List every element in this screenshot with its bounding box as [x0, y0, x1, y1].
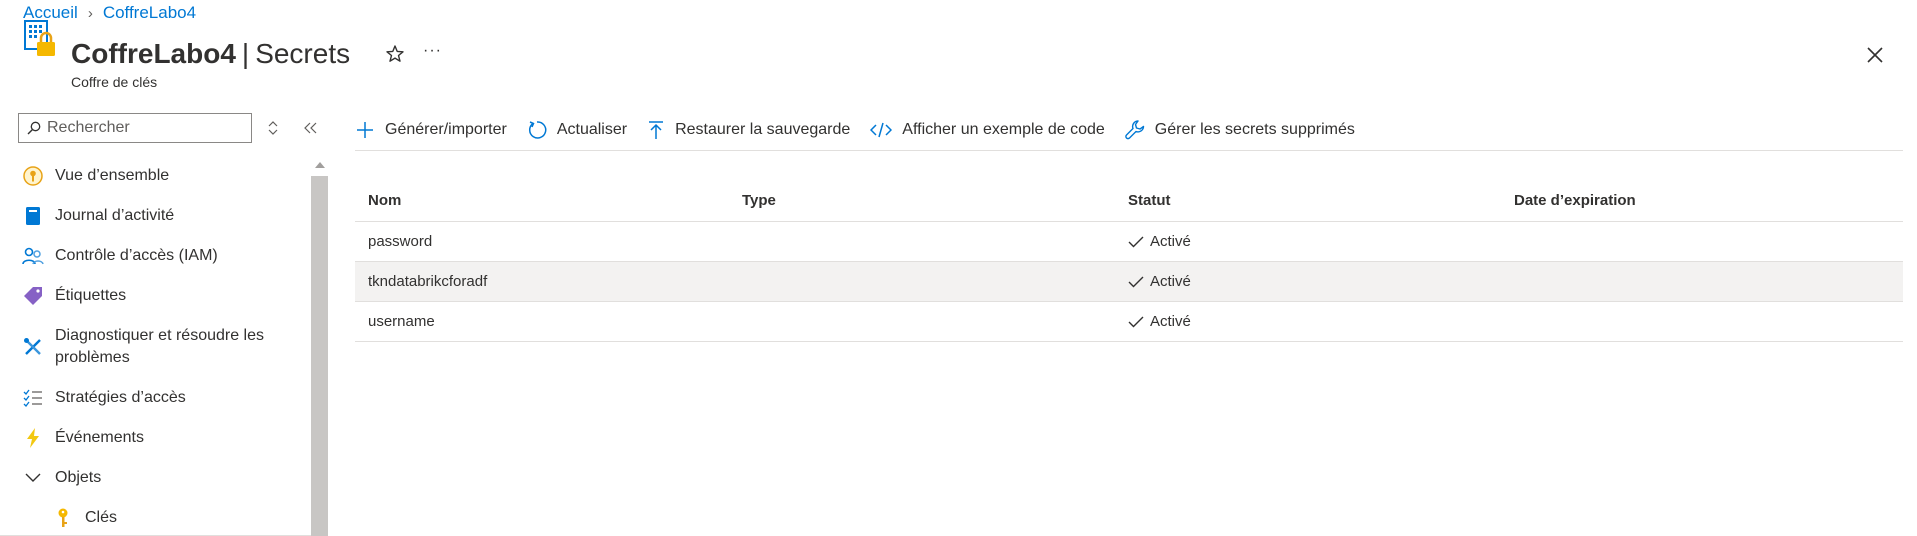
lightning-icon [22, 427, 44, 449]
refresh-label: Actualiser [556, 121, 628, 138]
refresh-button[interactable]: Actualiser [527, 120, 627, 140]
status-label: Activé [1150, 233, 1191, 250]
tools-icon [22, 336, 44, 358]
manage-deleted-secrets-button[interactable]: Gérer les secrets supprimés [1125, 120, 1355, 140]
sidebar-item-label: Journal d’activité [55, 207, 175, 224]
sidebar-item-label: Vue d’ensemble [55, 167, 170, 184]
scroll-up-arrow-icon[interactable] [315, 162, 325, 168]
code-icon [870, 122, 893, 138]
upload-arrow-icon [649, 121, 664, 139]
close-icon[interactable] [1864, 44, 1886, 66]
view-sample-code-label: Afficher un exemple de code [902, 121, 1105, 138]
more-options-button[interactable]: ··· [423, 42, 449, 62]
sidebar-item-diagnose[interactable]: Diagnostiquer et résoudre les problèmes [0, 316, 310, 378]
table-row[interactable]: tkndatabrikcforadf Activé [355, 262, 1903, 302]
sidebar-item-label: Stratégies d’accès [55, 389, 186, 406]
sidebar-nav: Vue d’ensemble Journal d’activité Contrô… [0, 156, 310, 536]
sidebar-item-access-policies[interactable]: Stratégies d’accès [0, 378, 310, 418]
table-row[interactable]: password Activé [355, 222, 1903, 262]
secret-status: Activé [1128, 313, 1514, 330]
status-label: Activé [1150, 313, 1191, 330]
restore-backup-label: Restaurer la sauvegarde [675, 121, 851, 138]
secret-name[interactable]: password [355, 233, 742, 250]
plus-icon [357, 122, 373, 138]
tag-icon [22, 285, 44, 307]
sidebar-item-iam[interactable]: Contrôle d’accès (IAM) [0, 236, 310, 276]
title-separator: | [241, 38, 250, 69]
secret-status: Activé [1128, 273, 1514, 290]
secrets-table: Nom Type Statut Date d’expiration passwo… [355, 180, 1903, 342]
column-header-status[interactable]: Statut [1128, 192, 1514, 209]
column-header-type[interactable]: Type [742, 192, 1128, 209]
sidebar-search-box[interactable] [18, 113, 252, 143]
favorite-star-icon[interactable] [384, 43, 406, 65]
breadcrumb-current-link[interactable]: CoffreLabo4 [103, 3, 196, 23]
view-sample-code-button[interactable]: Afficher un exemple de code [870, 121, 1105, 139]
secret-name[interactable]: username [355, 313, 742, 330]
resource-type-subtitle: Coffre de clés [71, 74, 158, 90]
generate-import-button[interactable]: Générer/importer [355, 120, 507, 140]
sidebar-item-keys[interactable]: Clés [0, 498, 310, 536]
key-circle-icon [22, 165, 44, 187]
restore-backup-button[interactable]: Restaurer la sauvegarde [647, 120, 850, 140]
command-bar: Générer/importer Actualiser Restaurer la… [355, 112, 1375, 148]
checkmark-icon [1128, 236, 1144, 247]
book-icon [22, 205, 44, 227]
sidebar-item-label: Contrôle d’accès (IAM) [55, 247, 218, 264]
table-header: Nom Type Statut Date d’expiration [355, 180, 1903, 222]
status-label: Activé [1150, 273, 1191, 290]
sidebar-scrollbar[interactable] [311, 156, 328, 536]
key-vault-icon [24, 20, 55, 56]
sort-icon[interactable] [266, 120, 280, 136]
wrench-icon [1125, 120, 1144, 140]
key-icon [52, 507, 74, 529]
chevron-right-icon: › [87, 4, 93, 22]
sidebar-item-label: Objets [55, 469, 102, 486]
sidebar-item-activity-log[interactable]: Journal d’activité [0, 196, 310, 236]
collapse-sidebar-icon[interactable] [302, 120, 318, 136]
command-bar-divider [355, 150, 1903, 151]
scrollbar-thumb[interactable] [311, 176, 328, 536]
table-row[interactable]: username Activé [355, 302, 1903, 342]
sidebar-item-events[interactable]: Événements [0, 418, 310, 458]
chevron-down-icon [22, 467, 44, 489]
secret-name[interactable]: tkndatabrikcforadf [355, 273, 742, 290]
sidebar-item-label: Étiquettes [55, 287, 127, 304]
checkmark-icon [1128, 276, 1144, 287]
manage-deleted-secrets-label: Gérer les secrets supprimés [1154, 121, 1355, 138]
sidebar-item-label: Clés [85, 509, 118, 526]
column-header-name[interactable]: Nom [355, 192, 742, 209]
sidebar-item-label: Événements [55, 429, 144, 446]
refresh-icon [528, 121, 547, 139]
page-name: Secrets [255, 38, 351, 69]
sidebar-item-tags[interactable]: Étiquettes [0, 276, 310, 316]
page-title: CoffreLabo4 | Secrets [71, 37, 350, 71]
column-header-expiration[interactable]: Date d’expiration [1514, 192, 1903, 209]
sidebar-item-label: Diagnostiquer et résoudre les problèmes [55, 327, 265, 366]
checklist-icon [22, 387, 44, 409]
sidebar-item-objects[interactable]: Objets [0, 458, 310, 498]
sidebar: Vue d’ensemble Journal d’activité Contrô… [0, 108, 330, 536]
sidebar-item-overview[interactable]: Vue d’ensemble [0, 156, 310, 196]
sidebar-search-input[interactable] [47, 119, 243, 137]
search-icon [27, 121, 41, 135]
resource-name: CoffreLabo4 [71, 38, 236, 69]
checkmark-icon [1128, 316, 1144, 327]
people-icon [22, 245, 44, 267]
generate-import-label: Générer/importer [385, 121, 507, 138]
secret-status: Activé [1128, 233, 1514, 250]
